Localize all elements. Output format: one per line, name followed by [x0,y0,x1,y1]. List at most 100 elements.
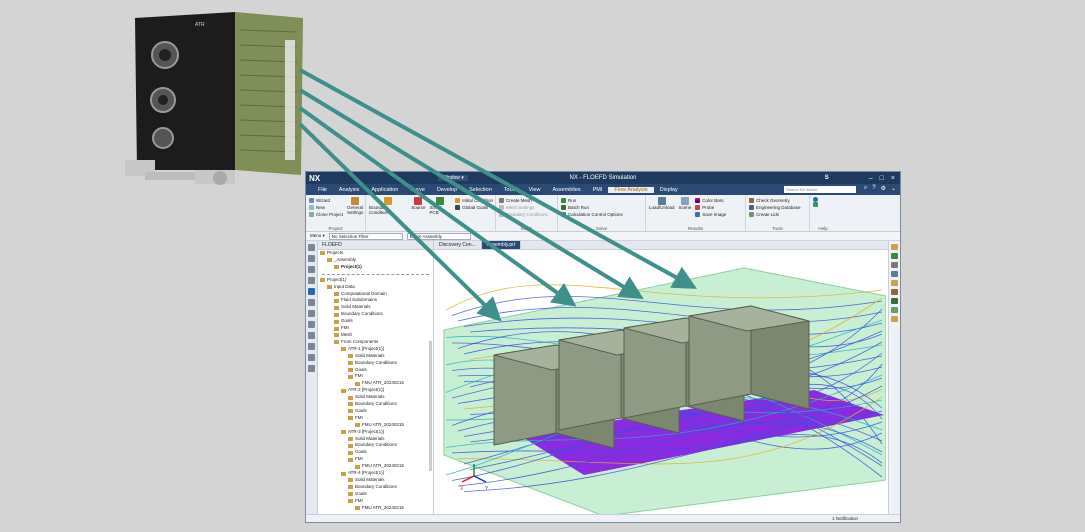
assembly-navigator-icon[interactable] [308,255,315,262]
tree-node[interactable]: Goals [320,408,433,415]
help-icon[interactable]: ? [872,185,875,192]
view-icon-5[interactable] [891,280,898,286]
view-icon-9[interactable] [891,316,898,322]
menu-button[interactable]: Menu ▾ [310,233,325,239]
view-icon-3[interactable] [891,262,898,268]
menu-selection[interactable]: Selection [463,187,498,193]
reuse-library-icon[interactable] [308,299,315,306]
tree-node[interactable]: FMI [320,456,433,463]
wizard-button[interactable]: Wizard [309,197,343,204]
source-button[interactable]: Source [411,197,425,215]
mesh-boundary-button[interactable]: Boundary Conditions [499,211,555,218]
settings-icon[interactable]: ⚙ [881,185,886,192]
web-browser-icon[interactable] [308,310,315,317]
navigator-splitter[interactable] [322,273,429,275]
tree-node[interactable]: FMI [320,373,433,380]
tree-node[interactable]: ATR-2 [Project(1)] [320,387,433,394]
mesh-settings-button[interactable]: Mesh Settings [499,204,555,211]
part-navigator-icon[interactable] [308,244,315,251]
create-lids-button[interactable]: Create Lids [749,211,807,218]
tree-node[interactable]: Input Data [320,284,433,291]
tree-node[interactable]: FMU ATR_20240215 [320,505,433,512]
menu-view[interactable]: View [523,187,547,193]
view-icon-1[interactable] [891,244,898,250]
tree-node[interactable]: Computational Domain [320,291,433,298]
menu-flow-analysis[interactable]: Flow Analysis [608,186,654,193]
menu-analysis[interactable]: Analysis [333,187,365,193]
menu-curve[interactable]: Curve [404,187,431,193]
tree-node[interactable]: Boundary Conditions [320,442,433,449]
tree-node[interactable]: Project(1) [320,264,433,271]
menu-file[interactable]: File [312,187,333,193]
check-geometry-button[interactable]: Check Geometry [749,197,807,204]
tree-node[interactable]: ATR-3 [Project(1)] [320,429,433,436]
tree-node[interactable]: Solid Materials [320,353,433,360]
general-settings-button[interactable]: General Settings [347,197,363,218]
constraint-navigator-icon[interactable] [308,266,315,273]
menu-pmi[interactable]: PMI [587,187,609,193]
tree-node[interactable]: Boundary Conditions [320,401,433,408]
tree-node[interactable]: Goals [320,367,433,374]
notification-status[interactable]: 1 Notification [306,514,900,522]
flow-analysis-icon[interactable] [308,288,315,295]
help-extra-button[interactable] [813,202,834,207]
document-tab[interactable]: Discovery Cen... [434,241,482,249]
palette-icon[interactable] [308,343,315,350]
tree-node[interactable]: FMU ATR_20240215 [320,380,433,387]
tree-node[interactable]: Solid Materials [320,304,433,311]
view-icon-8[interactable] [891,307,898,313]
maximize-icon[interactable]: □ [880,175,884,182]
menu-display[interactable]: Display [654,187,684,193]
tree-node[interactable]: Goals [320,491,433,498]
navigator-scrollbar[interactable] [429,341,432,471]
tree-node[interactable]: ATR-4 [Project(1)] [320,470,433,477]
window-menu[interactable]: Window ▾ [438,175,468,181]
menu-develop[interactable]: Develop [431,187,463,193]
menu-assemblies[interactable]: Assemblies [546,187,586,193]
clone-project-button[interactable]: Clone Project [309,211,343,218]
graphics-window[interactable]: Discovery Cen... Assembly.prt X Y [434,241,900,516]
tree-node[interactable]: Goals [320,449,433,456]
tree-node[interactable]: Solid Materials [320,477,433,484]
view-icon-6[interactable] [891,289,898,295]
flow-simulation-view[interactable]: X Y [434,250,886,516]
tree-node[interactable]: _Assembly [320,257,433,264]
engineering-database-button[interactable]: Engineering Database [749,204,807,211]
visualization-icon[interactable] [308,365,315,372]
initial-condition-button[interactable]: Initial Condition [455,197,493,204]
tree-node[interactable]: From Components [320,339,433,346]
tree-node[interactable]: Solid Materials [320,436,433,443]
feature-tree-icon[interactable] [308,354,315,361]
save-image-button[interactable]: Save Image [695,211,726,218]
tree-node[interactable]: Mesh [320,332,433,339]
search-input[interactable]: Search NX Model [784,186,856,193]
tree-node[interactable]: FMU ATR_20240215 [320,463,433,470]
close-icon[interactable]: × [891,175,895,182]
run-button[interactable]: Run [561,197,643,204]
selection-filter-dropdown[interactable]: No Selection Filter [328,232,403,240]
load-unload-button[interactable]: Load/Unload [649,197,675,218]
tree-node[interactable]: FMI [320,325,433,332]
smart-pcb-button[interactable]: Smart PCB [429,197,451,215]
tree-node[interactable]: Goals [320,318,433,325]
create-mesh-button[interactable]: Create Mesh [499,197,555,204]
view-icon-4[interactable] [891,271,898,277]
scene-button[interactable]: Scene [679,197,691,218]
roles-icon[interactable] [308,321,315,328]
tree-node[interactable]: FMU ATR_20240215 [320,422,433,429]
document-tab[interactable]: Assembly.prt [481,241,522,249]
view-icon-2[interactable] [891,253,898,259]
color-bars-button[interactable]: Color Bars [695,197,726,204]
system-scenes-icon[interactable] [308,332,315,339]
tree-node[interactable]: Fluid Subdomains [320,297,433,304]
tree-node[interactable]: FMI [320,415,433,422]
tree-node[interactable]: Project(1) [320,277,433,284]
menu-application[interactable]: Application [365,187,404,193]
history-icon[interactable] [308,277,315,284]
tree-node[interactable]: Boundary Conditions [320,311,433,318]
global-goals-button[interactable]: Global Goals [455,204,493,211]
minimize-icon[interactable]: – [869,175,873,182]
tree-node[interactable]: Boundary Conditions [320,484,433,491]
tree-node[interactable]: Boundary Conditions [320,360,433,367]
probe-button[interactable]: Probe [695,204,726,211]
